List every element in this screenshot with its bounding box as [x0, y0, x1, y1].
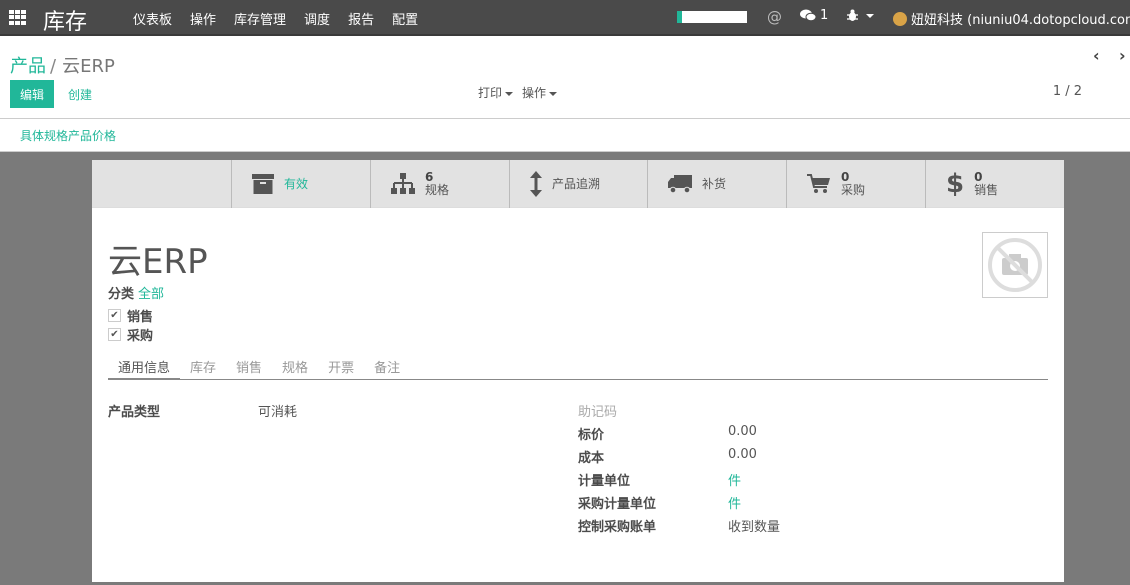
chevron-down-icon	[505, 91, 514, 96]
breadcrumb: 产品 / 云ERP	[10, 52, 115, 78]
arrows-v-icon	[530, 171, 542, 197]
smart-button-traceability[interactable]: 产品追溯	[509, 160, 648, 208]
breadcrumb-separator: /	[50, 56, 57, 77]
action-dropdown[interactable]: 操作	[522, 84, 558, 101]
purchase-uom-label: 采购计量单位	[578, 497, 657, 512]
breadcrumb-products-link[interactable]: 产品	[10, 56, 46, 77]
can-be-sold-checkbox[interactable]: ✔ 销售	[108, 306, 153, 325]
archive-icon	[252, 174, 274, 194]
smart-button-replenish[interactable]: 补货	[647, 160, 786, 208]
smart-button-variants[interactable]: 6 规格	[370, 160, 509, 208]
menu-dashboard[interactable]: 仪表板	[124, 9, 181, 28]
category-value-link[interactable]: 全部	[138, 287, 164, 302]
product-type-value[interactable]: 可消耗	[258, 401, 297, 420]
cost-label: 成本	[578, 451, 605, 466]
smart-button-label: 采购	[841, 183, 866, 197]
menu-scheduler[interactable]: 调度	[295, 9, 339, 28]
tab-notes[interactable]: 备注	[364, 350, 410, 379]
product-category: 分类 全部	[108, 283, 164, 302]
tab-invoicing[interactable]: 开票	[318, 350, 364, 379]
purchase-uom-link[interactable]: 件	[728, 493, 741, 512]
category-label: 分类	[108, 287, 135, 302]
control-policy-value[interactable]: 收到数量	[728, 516, 780, 535]
button-header-bar: 具体规格产品价格	[0, 119, 1130, 152]
sales-price-label: 标价	[578, 428, 605, 443]
chat-bubbles-icon	[800, 9, 816, 22]
product-name[interactable]: 云ERP	[108, 234, 208, 283]
pager-next-icon[interactable]: ›	[1119, 46, 1126, 65]
smart-button-label: 有效	[284, 176, 309, 191]
debug-menu[interactable]	[846, 9, 874, 22]
unit-of-measure-label: 计量单位	[578, 474, 631, 489]
sitemap-icon	[391, 173, 415, 194]
print-label: 打印	[478, 86, 503, 100]
tab-inventory[interactable]: 库存	[180, 350, 226, 379]
menu-configuration[interactable]: 配置	[383, 9, 427, 28]
app-brand: 库存	[43, 10, 88, 35]
apps-grid-icon[interactable]	[9, 10, 26, 25]
sales-price-value[interactable]: 0.00	[728, 424, 757, 439]
chevron-down-icon	[549, 91, 558, 96]
smart-button-box: 有效 6 规格 产品追溯 补货 0 采购 $ 0 销售	[92, 160, 1064, 208]
breadcrumb-current: 云ERP	[62, 56, 115, 77]
smart-button-label: 产品追溯	[552, 176, 601, 191]
shopping-cart-icon	[807, 174, 830, 193]
menu-reports[interactable]: 报告	[339, 9, 383, 28]
unit-of-measure-link[interactable]: 件	[728, 470, 741, 489]
avatar	[893, 11, 907, 26]
can-be-purchased-label: 采购	[127, 329, 154, 344]
bug-icon	[847, 9, 858, 21]
top-navbar: 库存 仪表板 操作 库存管理 调度 报告 配置 @ 1 妞妞科技 (niuniu…	[0, 0, 1130, 36]
checkmark-icon: ✔	[108, 309, 121, 322]
internal-reference-label: 助记码	[578, 405, 618, 420]
product-type-label: 产品类型	[108, 405, 161, 420]
can-be-sold-label: 销售	[127, 310, 154, 325]
can-be-purchased-checkbox[interactable]: ✔ 采购	[108, 325, 153, 344]
cost-value[interactable]: 0.00	[728, 447, 757, 462]
no-camera-icon	[988, 238, 1042, 292]
edit-button[interactable]: 编辑	[10, 80, 54, 108]
tab-general-info[interactable]: 通用信息	[108, 350, 181, 380]
chat-count: 1	[820, 8, 829, 23]
truck-icon	[668, 175, 692, 193]
tab-sales[interactable]: 销售	[226, 350, 272, 379]
chat-button[interactable]: 1	[800, 8, 828, 23]
smart-button-label: 销售	[974, 183, 999, 197]
form-notebook-tabs: 通用信息 库存 销售 规格 开票 备注	[108, 350, 1048, 380]
menu-operations[interactable]: 操作	[181, 9, 225, 28]
smart-button-purchased[interactable]: 0 采购	[786, 160, 925, 208]
control-panel: 产品 / 云ERP 编辑 创建 打印 操作 1 / 2	[0, 38, 1130, 119]
mention-at-icon[interactable]: @	[767, 8, 782, 26]
main-menu: 仪表板 操作 库存管理 调度 报告 配置	[124, 9, 427, 28]
loading-progress-bar	[677, 11, 747, 23]
smart-button-sold[interactable]: $ 0 销售	[925, 160, 1064, 208]
chevron-down-icon	[866, 13, 874, 18]
variant-prices-button[interactable]: 具体规格产品价格	[20, 127, 116, 144]
action-label: 操作	[522, 86, 547, 100]
control-policy-label: 控制采购账单	[578, 520, 657, 535]
create-button[interactable]: 创建	[60, 80, 100, 108]
checkmark-icon: ✔	[108, 328, 121, 341]
smart-button-label: 规格	[425, 183, 450, 197]
dollar-icon: $	[946, 169, 965, 199]
print-dropdown[interactable]: 打印	[478, 84, 514, 101]
user-name: 妞妞科技 (niuniu04.dotopcloud.com)	[911, 13, 1130, 28]
menu-inventory-control[interactable]: 库存管理	[225, 9, 295, 28]
pager-value[interactable]: 1 / 2	[1053, 84, 1082, 99]
smart-button-label: 补货	[702, 176, 727, 191]
pager-previous-icon[interactable]: ‹	[1093, 46, 1100, 65]
tab-variants[interactable]: 规格	[272, 350, 318, 379]
product-image[interactable]	[982, 232, 1048, 298]
smart-button-active[interactable]: 有效	[231, 160, 370, 208]
user-menu[interactable]: 妞妞科技 (niuniu04.dotopcloud.com)	[893, 9, 1130, 28]
